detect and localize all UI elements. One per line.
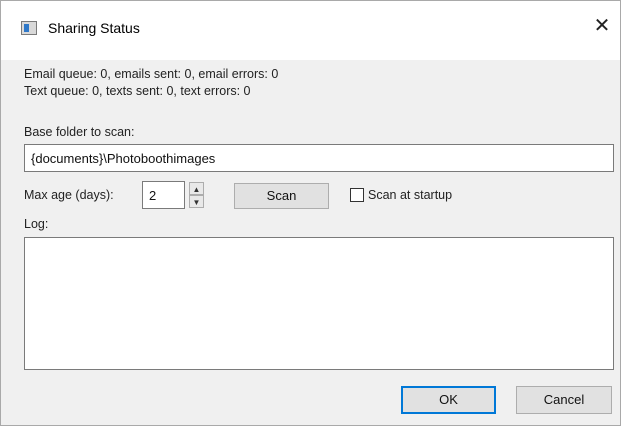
scan-button[interactable]: Scan [234,183,329,209]
title-bar: Sharing Status ✕ [1,1,620,60]
text-status-text: Text queue: 0, texts sent: 0, text error… [24,84,251,98]
base-folder-label: Base folder to scan: [24,125,135,139]
cancel-button[interactable]: Cancel [516,386,612,414]
ok-button[interactable]: OK [401,386,496,414]
window-title: Sharing Status [48,20,140,36]
close-icon[interactable]: ✕ [589,13,615,39]
email-status-text: Email queue: 0, emails sent: 0, email er… [24,67,279,81]
scan-at-startup-checkbox[interactable] [350,188,364,202]
base-folder-input[interactable] [24,144,614,172]
log-textarea[interactable] [24,237,614,370]
max-age-input[interactable] [142,181,185,209]
app-window-icon [21,21,37,35]
log-label: Log: [24,217,49,231]
max-age-label: Max age (days): [24,188,114,202]
scan-at-startup-label[interactable]: Scan at startup [368,188,452,202]
spin-up-icon[interactable]: ▲ [189,182,204,195]
spin-down-icon[interactable]: ▼ [189,195,204,208]
sharing-status-dialog: Sharing Status ✕ Email queue: 0, emails … [0,0,621,426]
